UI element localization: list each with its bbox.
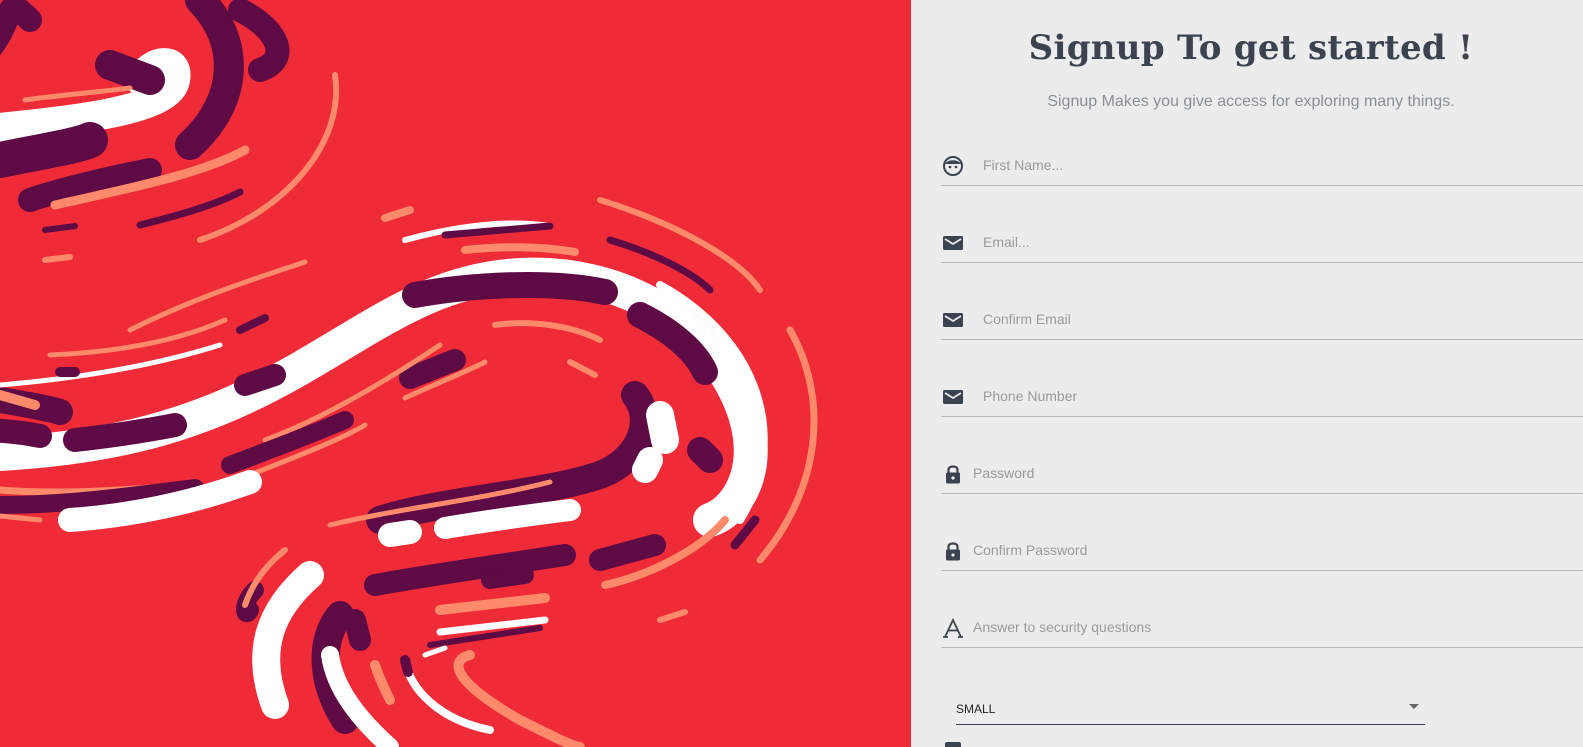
mail-icon	[941, 385, 965, 409]
confirm-email-field	[941, 299, 1583, 340]
signup-page: Signup To get started ! Signup Makes you…	[0, 0, 1583, 747]
abstract-wave-artwork	[0, 0, 818, 747]
face-icon	[941, 154, 965, 178]
phone-number-field	[941, 376, 1583, 417]
size-select-value: SMALL	[956, 702, 996, 716]
confirm-email-input[interactable]	[983, 307, 1543, 331]
confirm-password-input[interactable]	[973, 538, 1533, 562]
phone-number-input[interactable]	[983, 384, 1543, 408]
mail-icon	[941, 231, 965, 255]
mail-icon	[941, 308, 965, 332]
security-answer-field	[941, 607, 1583, 648]
password-field	[941, 453, 1583, 494]
lock-icon	[941, 462, 965, 486]
page-title: Signup To get started !	[1028, 28, 1474, 68]
first-name-field	[941, 145, 1583, 186]
security-answer-input[interactable]	[973, 615, 1533, 639]
chevron-down-icon	[1409, 704, 1419, 709]
decorative-art-panel	[0, 0, 911, 747]
email-field	[941, 222, 1583, 263]
first-name-input[interactable]	[983, 153, 1543, 177]
email-input[interactable]	[983, 230, 1543, 254]
signup-form-panel: Signup To get started ! Signup Makes you…	[911, 0, 1583, 747]
lock-icon	[941, 539, 965, 563]
checkbox[interactable]	[945, 742, 961, 747]
text-icon	[941, 616, 965, 640]
password-input[interactable]	[973, 461, 1533, 485]
size-select[interactable]: SMALL	[956, 694, 1425, 725]
page-subtitle: Signup Makes you give access for explori…	[1047, 93, 1455, 110]
confirm-password-field	[941, 530, 1583, 571]
